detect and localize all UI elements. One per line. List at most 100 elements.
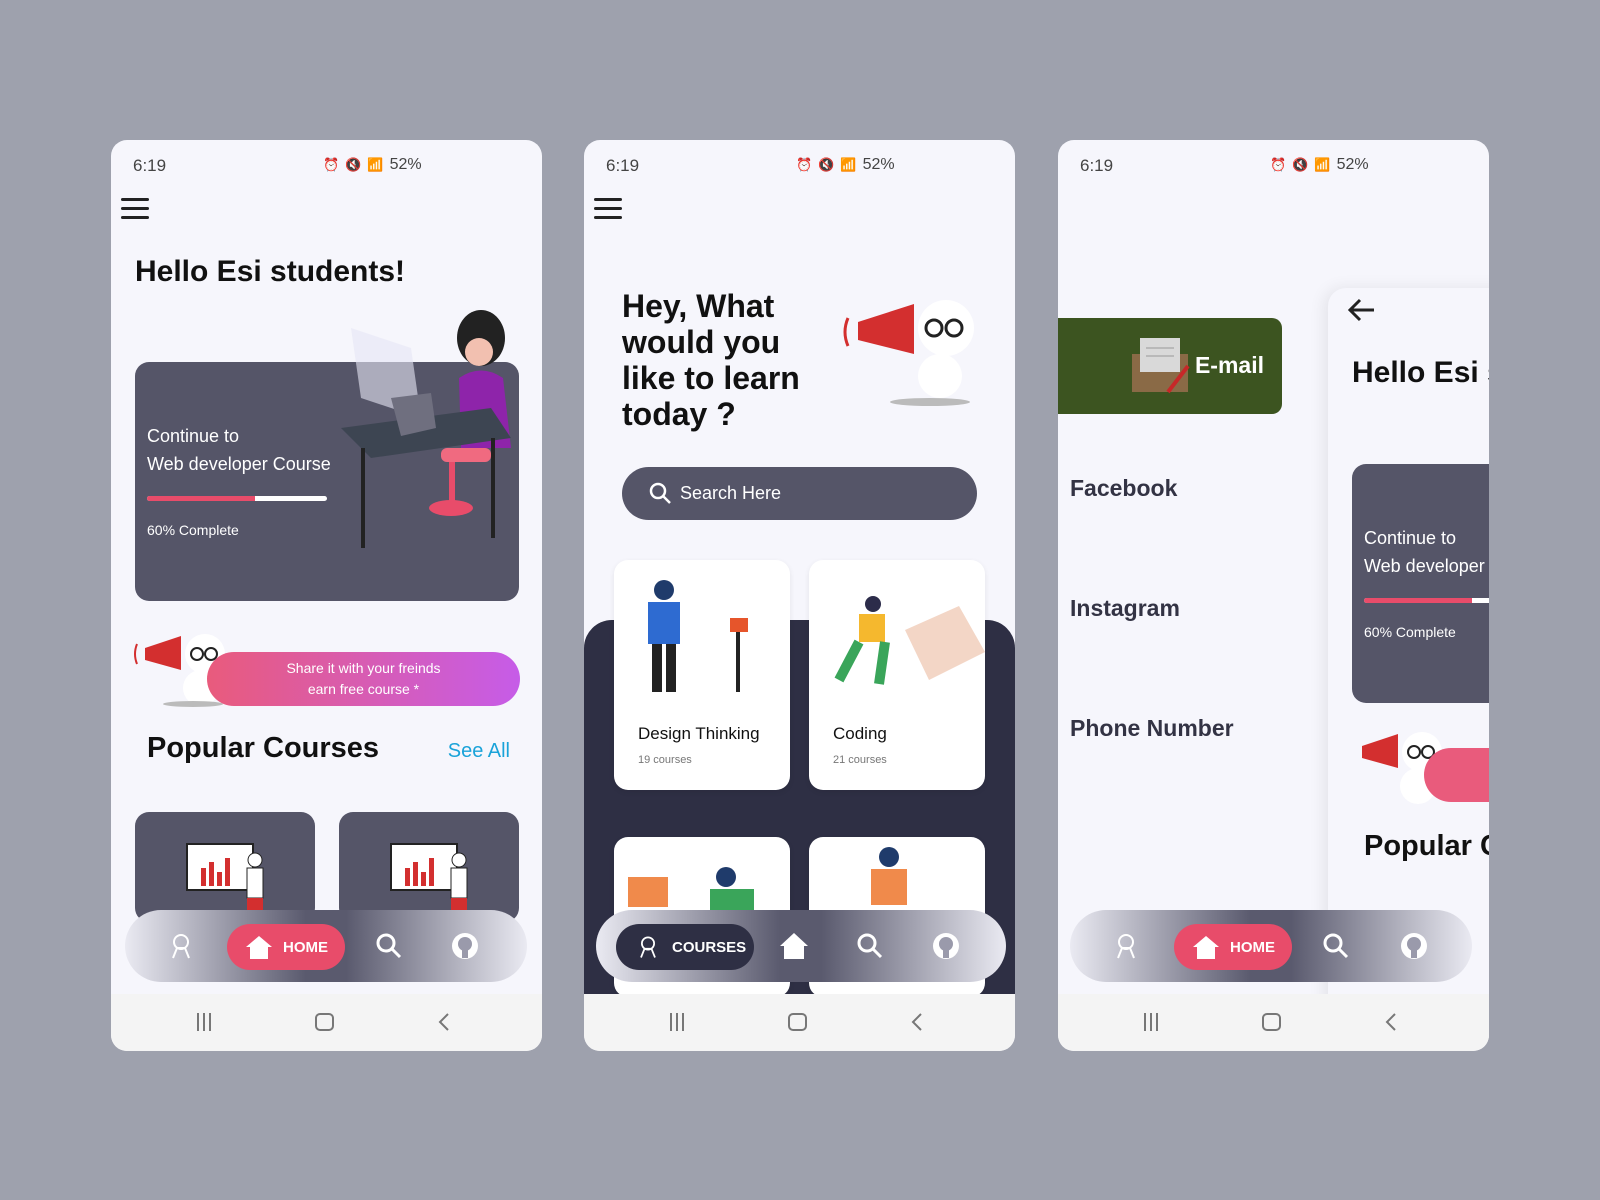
- envelope-icon: [1132, 338, 1190, 394]
- bottom-navigation: COURSES: [596, 910, 1006, 982]
- status-time: 6:19: [133, 156, 167, 175]
- course-card-line2: Web developer Course: [147, 454, 331, 474]
- bottom-navigation: HOME: [125, 910, 527, 982]
- nav-courses-label: COURSES: [672, 938, 747, 956]
- mute-icon: 🔇: [818, 157, 835, 172]
- nav-home-label: HOME: [283, 938, 328, 956]
- menu-icon[interactable]: [594, 198, 622, 220]
- system-back-button[interactable]: [435, 1012, 455, 1032]
- back-arrow-icon[interactable]: [1348, 298, 1376, 322]
- progress-label: 60% Complete: [147, 522, 239, 538]
- system-home-button[interactable]: [788, 1013, 807, 1031]
- search-icon[interactable]: [373, 930, 405, 962]
- astronaut-icon: [640, 936, 656, 958]
- menu-icon[interactable]: [121, 198, 149, 220]
- category-card-coding[interactable]: Coding 21 courses: [809, 560, 985, 790]
- astronaut-icon[interactable]: [165, 930, 197, 962]
- search-icon[interactable]: [1320, 930, 1352, 962]
- home-icon[interactable]: [778, 930, 810, 962]
- popular-courses-title: Popular C: [1364, 830, 1489, 862]
- course-card-line2: Web developer: [1364, 556, 1485, 576]
- status-bar: 6:19 ⏰ 🔇 📶 52%: [1080, 156, 1467, 180]
- woman-at-desk-illustration: [341, 310, 511, 548]
- phone-number-link[interactable]: Phone Number: [1070, 715, 1234, 742]
- system-navigation-bar: [111, 994, 542, 1051]
- system-back-button[interactable]: [908, 1012, 928, 1032]
- recent-apps-button[interactable]: [670, 1013, 688, 1031]
- share-banner[interactable]: [1424, 748, 1489, 802]
- course-card-line1: Continue to: [147, 426, 240, 446]
- course-progress-bar: [1364, 598, 1489, 603]
- course-card-title: Continue to Web developer: [1364, 524, 1489, 580]
- recent-apps-button[interactable]: [1144, 1013, 1162, 1031]
- bottom-navigation: HOME: [1070, 910, 1472, 982]
- category-name: Coding: [833, 724, 887, 743]
- alarm-icon: ⏰: [796, 157, 813, 172]
- category-count: 19 courses: [638, 754, 692, 766]
- category-count: 21 courses: [833, 754, 887, 766]
- battery-level: 52%: [862, 156, 895, 173]
- status-icons: ⏰ 🔇 📶 52%: [1270, 156, 1369, 174]
- signal-icon: 📶: [367, 157, 384, 172]
- github-icon[interactable]: [449, 930, 481, 962]
- phone-screen-home: 6:19 ⏰ 🔇 📶 52% Hello Esi students! Conti…: [111, 140, 542, 1051]
- progress-label: 60% Complete: [1364, 624, 1456, 640]
- nav-home-label: HOME: [1230, 938, 1275, 956]
- status-time: 6:19: [606, 156, 640, 175]
- coding-illustration: [834, 596, 985, 685]
- search-icon: [649, 482, 671, 504]
- search-icon[interactable]: [854, 930, 886, 962]
- presentation-illustration: [186, 843, 264, 922]
- presentation-illustration: [390, 843, 468, 922]
- share-banner[interactable]: Share it with your freinds earn free cou…: [207, 652, 520, 706]
- course-card-title: Continue to Web developer Course: [147, 422, 357, 478]
- design-thinking-illustration: [648, 580, 748, 692]
- see-all-link[interactable]: See All: [448, 740, 510, 763]
- system-navigation-bar: [584, 994, 1015, 1051]
- popular-course-card[interactable]: [339, 812, 519, 922]
- system-home-button[interactable]: [315, 1013, 334, 1031]
- search-input[interactable]: Search Here: [622, 467, 977, 520]
- greeting-title: Hello Esi s: [1352, 356, 1489, 389]
- system-back-button[interactable]: [1382, 1012, 1402, 1032]
- facebook-link[interactable]: Facebook: [1070, 475, 1177, 502]
- system-navigation-bar: [1058, 994, 1489, 1051]
- nav-courses-active[interactable]: COURSES: [616, 924, 754, 970]
- github-icon[interactable]: [1398, 930, 1430, 962]
- mute-icon: 🔇: [345, 157, 362, 172]
- instagram-link[interactable]: Instagram: [1070, 595, 1180, 622]
- alarm-icon: ⏰: [1270, 157, 1287, 172]
- nav-home-active[interactable]: HOME: [227, 924, 345, 970]
- course-progress-fill: [147, 496, 255, 501]
- email-menu-item[interactable]: E-mail: [1058, 318, 1282, 414]
- battery-level: 52%: [389, 156, 422, 173]
- astronaut-icon[interactable]: [1110, 930, 1142, 962]
- course-progress-bar: [147, 496, 327, 501]
- email-label: E-mail: [1194, 352, 1264, 378]
- status-bar: 6:19 ⏰ 🔇 📶 52%: [606, 156, 993, 180]
- megaphone-mascot-illustration: [843, 300, 974, 406]
- course-progress-fill: [1364, 598, 1472, 603]
- nav-home-active[interactable]: HOME: [1174, 924, 1292, 970]
- category-card-design-thinking[interactable]: Design Thinking 19 courses: [614, 560, 790, 790]
- signal-icon: 📶: [1314, 157, 1331, 172]
- phone-screen-drawer: 6:19 ⏰ 🔇 📶 52% E-mail Facebook Instagram…: [1058, 140, 1489, 1051]
- greeting-title: Hello Esi students!: [135, 255, 406, 288]
- popular-courses-title: Popular Courses: [147, 732, 380, 764]
- hero-title: Hey, What would you like to learn today …: [622, 288, 800, 432]
- popular-course-card[interactable]: [135, 812, 315, 922]
- course-card-line1: Continue to: [1364, 528, 1457, 548]
- home-icon: [1193, 936, 1219, 959]
- share-line2: earn free course *: [307, 681, 420, 697]
- github-icon[interactable]: [930, 930, 962, 962]
- phone-screen-courses: 6:19 ⏰ 🔇 📶 52% Hey, What would you like …: [584, 140, 1015, 1051]
- share-line1: Share it with your freinds: [286, 660, 441, 676]
- continue-course-card[interactable]: Continue to Web developer 60% Complete: [1352, 464, 1489, 703]
- home-icon: [246, 936, 272, 959]
- status-bar: 6:19 ⏰ 🔇 📶 52%: [133, 156, 520, 180]
- battery-level: 52%: [1336, 156, 1369, 173]
- recent-apps-button[interactable]: [197, 1013, 215, 1031]
- signal-icon: 📶: [840, 157, 857, 172]
- system-home-button[interactable]: [1262, 1013, 1281, 1031]
- mute-icon: 🔇: [1292, 157, 1309, 172]
